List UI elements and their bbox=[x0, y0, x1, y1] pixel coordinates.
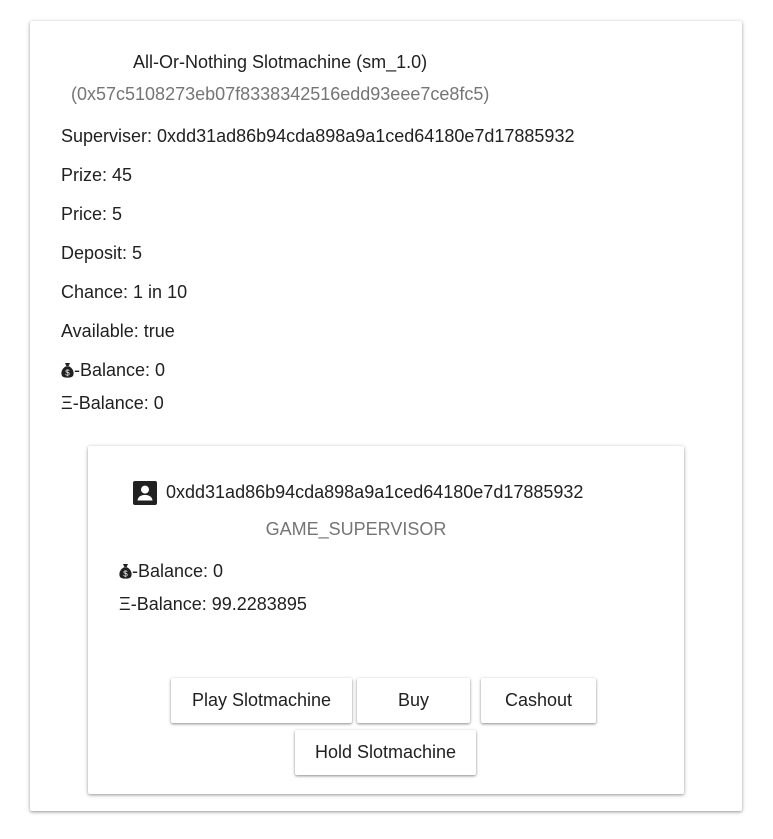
buy-button[interactable]: Buy bbox=[357, 678, 470, 723]
slotmachine-card: All-Or-Nothing Slotmachine (sm_1.0) (0x5… bbox=[30, 21, 742, 811]
account-eth-balance-row: Ξ-Balance: 99.2283895 bbox=[119, 594, 307, 615]
play-slotmachine-button[interactable]: Play Slotmachine bbox=[171, 678, 352, 723]
deposit-value: 5 bbox=[132, 243, 143, 263]
account-eth-balance-label: Ξ-Balance: bbox=[119, 594, 207, 614]
price-row: Price: 5 bbox=[61, 204, 122, 225]
hold-slotmachine-button[interactable]: Hold Slotmachine bbox=[295, 730, 476, 775]
price-label: Price: bbox=[61, 204, 108, 224]
superviser-value: 0xdd31ad86b94cda898a9a1ced64180e7d178859… bbox=[157, 126, 575, 146]
account-token-balance-value: 0 bbox=[213, 561, 224, 581]
chance-label: Chance: bbox=[61, 282, 129, 302]
contract-address: (0x57c5108273eb07f8338342516edd93eee7ce8… bbox=[71, 84, 490, 104]
prize-label: Prize: bbox=[61, 165, 108, 185]
prize-row: Prize: 45 bbox=[61, 165, 132, 186]
contract-title: All-Or-Nothing Slotmachine (sm_1.0) bbox=[133, 52, 428, 72]
money-bag-icon: $ bbox=[61, 363, 74, 378]
account-eth-balance-value: 99.2283895 bbox=[211, 594, 307, 614]
svg-text:$: $ bbox=[65, 369, 70, 378]
account-role: GAME_SUPERVISOR bbox=[265, 519, 447, 539]
available-row: Available: true bbox=[61, 321, 175, 342]
available-value: true bbox=[143, 321, 175, 341]
money-bag-icon: $ bbox=[119, 564, 132, 579]
account-token-balance-label: -Balance: bbox=[132, 561, 209, 581]
superviser-label: Superviser: bbox=[61, 126, 153, 146]
eth-balance-row: Ξ-Balance: 0 bbox=[61, 393, 164, 414]
prize-value: 45 bbox=[112, 165, 133, 185]
cashout-button[interactable]: Cashout bbox=[481, 678, 596, 723]
chance-row: Chance: 1 in 10 bbox=[61, 282, 187, 303]
superviser-row: Superviser: 0xdd31ad86b94cda898a9a1ced641… bbox=[61, 126, 574, 147]
chance-value: 1 in 10 bbox=[133, 282, 188, 302]
deposit-row: Deposit: 5 bbox=[61, 243, 142, 264]
eth-balance-label: Ξ-Balance: bbox=[61, 393, 149, 413]
price-value: 5 bbox=[112, 204, 123, 224]
token-balance-value: 0 bbox=[155, 360, 166, 380]
available-label: Available: bbox=[61, 321, 139, 341]
account-card: 0xdd31ad86b94cda898a9a1ced64180e7d178859… bbox=[88, 446, 684, 794]
account-address: 0xdd31ad86b94cda898a9a1ced64180e7d178859… bbox=[166, 482, 584, 502]
deposit-label: Deposit: bbox=[61, 243, 128, 263]
account-token-balance-row: $ -Balance: 0 bbox=[119, 561, 223, 582]
eth-balance-value: 0 bbox=[153, 393, 164, 413]
token-balance-label: -Balance: bbox=[74, 360, 151, 380]
token-balance-row: $ -Balance: 0 bbox=[61, 360, 165, 381]
svg-text:$: $ bbox=[123, 570, 128, 579]
account-box-icon bbox=[133, 481, 157, 505]
